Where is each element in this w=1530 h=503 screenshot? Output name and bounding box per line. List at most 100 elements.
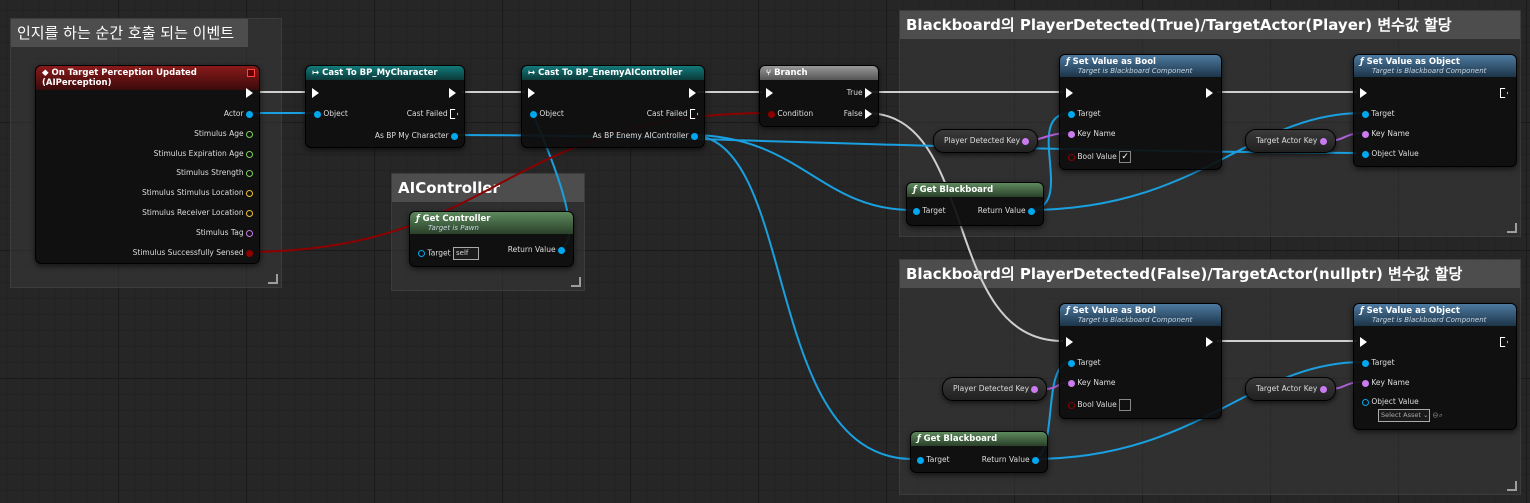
select-asset-dropdown[interactable]: Select Asset ⌄ ⊖⌕: [1378, 409, 1443, 422]
cast-to-enemyaicontroller-node[interactable]: ↦ Cast To BP_EnemyAIController Object Ca…: [521, 65, 705, 148]
pin-target[interactable]: Target: [1362, 358, 1395, 368]
player-detected-key-var[interactable]: Player Detected Key: [942, 377, 1048, 401]
exec-in-pin[interactable]: [528, 88, 535, 98]
pin-return-value[interactable]: Return Value: [508, 245, 565, 255]
pin-as-bp-enemy-aicontroller[interactable]: As BP Enemy AIController: [593, 131, 698, 141]
node-header: ◆ On Target Perception Updated (AIPercep…: [36, 66, 259, 90]
exec-out-pin[interactable]: [1206, 88, 1213, 98]
node-header: ⑂ Branch: [760, 66, 878, 80]
pin-object-value[interactable]: Object Value: [1362, 397, 1419, 407]
pin-condition[interactable]: Condition: [768, 109, 813, 119]
pin-successfully-sensed[interactable]: Stimulus Successfully Sensed: [133, 248, 253, 258]
exec-in-pin[interactable]: [1066, 337, 1073, 347]
node-title: Get Controller: [422, 214, 491, 224]
node-subtitle: Target is Blackboard Component: [1078, 316, 1193, 324]
pin-stimulus-age[interactable]: Stimulus Age: [194, 129, 253, 139]
get-blackboard-node[interactable]: ƒ Get Blackboard Target Return Value: [906, 182, 1044, 226]
get-controller-node[interactable]: ƒ Get Controller Target is Pawn Target se…: [409, 211, 574, 267]
pin-object-value[interactable]: Object Value: [1362, 149, 1419, 159]
node-header: ƒ Set Value as Object Target is Blackboar…: [1354, 304, 1516, 326]
comment-title: 인지를 하는 순간 호출 되는 이벤트: [11, 19, 249, 47]
event-icon: ◆: [42, 68, 52, 78]
node-header: ƒ Get Blackboard: [911, 432, 1047, 446]
comment-title: AIController: [392, 174, 584, 202]
pin-object[interactable]: Object: [314, 109, 348, 119]
set-value-as-bool-node[interactable]: ƒ Set Value as Bool Target is Blackboard …: [1059, 54, 1222, 170]
pin-target[interactable]: Target: [1068, 358, 1101, 368]
cast-icon: ↦: [312, 68, 323, 78]
exec-out-pin[interactable]: [1500, 88, 1508, 98]
pin-stimulus-expiration-age[interactable]: Stimulus Expiration Age: [154, 149, 253, 159]
node-title: Set Value as Bool: [1072, 306, 1156, 316]
target-actor-key-var[interactable]: Target Actor Key: [1245, 377, 1336, 401]
exec-in-pin[interactable]: [312, 88, 319, 98]
pin-key-name[interactable]: Key Name: [1362, 378, 1410, 388]
pin-bool-value[interactable]: Bool Value ✓: [1068, 151, 1132, 163]
resize-grip-icon[interactable]: [1507, 481, 1517, 491]
node-header: ƒ Set Value as Bool Target is Blackboard …: [1060, 304, 1221, 326]
pin-target[interactable]: Target self: [418, 247, 479, 260]
bool-checkbox[interactable]: [1119, 399, 1132, 411]
exec-in-pin[interactable]: [766, 88, 773, 98]
pin-target[interactable]: Target: [1068, 109, 1101, 119]
function-icon: ƒ: [1066, 306, 1073, 316]
exec-in-pin[interactable]: [1066, 88, 1073, 98]
pin-stimulus-location[interactable]: Stimulus Stimulus Location: [142, 188, 253, 198]
pin-false[interactable]: False: [844, 109, 872, 119]
node-header: ↦ Cast To BP_EnemyAIController: [522, 66, 704, 80]
set-value-as-object-node[interactable]: ƒ Set Value as Object Target is Blackboar…: [1353, 303, 1517, 430]
node-title: Get Blackboard: [923, 434, 998, 444]
node-title: Cast To BP_MyCharacter: [322, 68, 438, 78]
player-detected-key-var[interactable]: Player Detected Key: [933, 129, 1039, 153]
pin-stimulus-tag[interactable]: Stimulus Tag: [196, 228, 253, 238]
pin-true[interactable]: True: [847, 88, 872, 98]
pin-key-name[interactable]: Key Name: [1068, 129, 1116, 139]
function-icon: ƒ: [917, 434, 924, 444]
pin-actor[interactable]: Actor: [224, 109, 253, 119]
self-field[interactable]: self: [452, 247, 479, 260]
exec-out-pin[interactable]: [449, 88, 456, 98]
pin-target[interactable]: Target: [1362, 109, 1395, 119]
exec-in-pin[interactable]: [1360, 337, 1367, 347]
pin-cast-failed[interactable]: Cast Failed: [407, 109, 458, 119]
pin-key-name[interactable]: Key Name: [1362, 129, 1410, 139]
node-header: ↦ Cast To BP_MyCharacter: [306, 66, 464, 80]
pin-target[interactable]: Target: [913, 206, 946, 216]
get-blackboard-node[interactable]: ƒ Get Blackboard Target Return Value: [910, 431, 1048, 473]
node-subtitle: Target is Blackboard Component: [1372, 67, 1487, 75]
event-perception-updated-node[interactable]: ◆ On Target Perception Updated (AIPercep…: [35, 65, 260, 264]
function-icon: ƒ: [1360, 57, 1367, 67]
exec-out-pin[interactable]: [246, 88, 253, 98]
pin-bool-value[interactable]: Bool Value: [1068, 399, 1132, 411]
cast-to-mycharacter-node[interactable]: ↦ Cast To BP_MyCharacter Object Cast Fai…: [305, 65, 465, 148]
exec-in-pin[interactable]: [1360, 88, 1367, 98]
pin-target[interactable]: Target: [917, 455, 950, 465]
exec-out-pin[interactable]: [689, 88, 696, 98]
pin-stimulus-strength[interactable]: Stimulus Strength: [176, 168, 253, 178]
resize-grip-icon[interactable]: [1507, 223, 1517, 233]
node-title: Set Value as Object: [1366, 306, 1460, 316]
exec-out-pin[interactable]: [1206, 337, 1213, 347]
comment-title: Blackboard의 PlayerDetected(True)/TargetA…: [900, 11, 1520, 39]
pin-key-name[interactable]: Key Name: [1068, 378, 1116, 388]
pin-cast-failed[interactable]: Cast Failed: [647, 109, 698, 119]
resize-grip-icon[interactable]: [268, 274, 278, 284]
target-actor-key-var[interactable]: Target Actor Key: [1245, 129, 1336, 153]
pin-receiver-location[interactable]: Stimulus Receiver Location: [142, 208, 253, 218]
node-header: ƒ Get Blackboard: [907, 183, 1043, 197]
pin-object[interactable]: Object: [530, 109, 564, 119]
pin-return-value[interactable]: Return Value: [978, 206, 1035, 216]
node-title: Set Value as Bool: [1072, 57, 1156, 67]
exec-out-pin[interactable]: [1500, 337, 1508, 347]
function-icon: ƒ: [913, 185, 920, 195]
set-value-as-bool-node[interactable]: ƒ Set Value as Bool Target is Blackboard …: [1059, 303, 1222, 419]
pin-return-value[interactable]: Return Value: [982, 455, 1039, 465]
resize-grip-icon[interactable]: [571, 277, 581, 287]
bool-checkbox[interactable]: ✓: [1119, 151, 1132, 163]
node-subtitle: Target is Blackboard Component: [1078, 67, 1193, 75]
branch-node[interactable]: ⑂ Branch True Condition False: [759, 65, 879, 127]
browse-icon[interactable]: ⌕: [1439, 411, 1443, 420]
set-value-as-object-node[interactable]: ƒ Set Value as Object Target is Blackboar…: [1353, 54, 1517, 167]
node-title: Get Blackboard: [919, 185, 994, 195]
pin-as-bp-my-character[interactable]: As BP My Character: [375, 131, 458, 141]
